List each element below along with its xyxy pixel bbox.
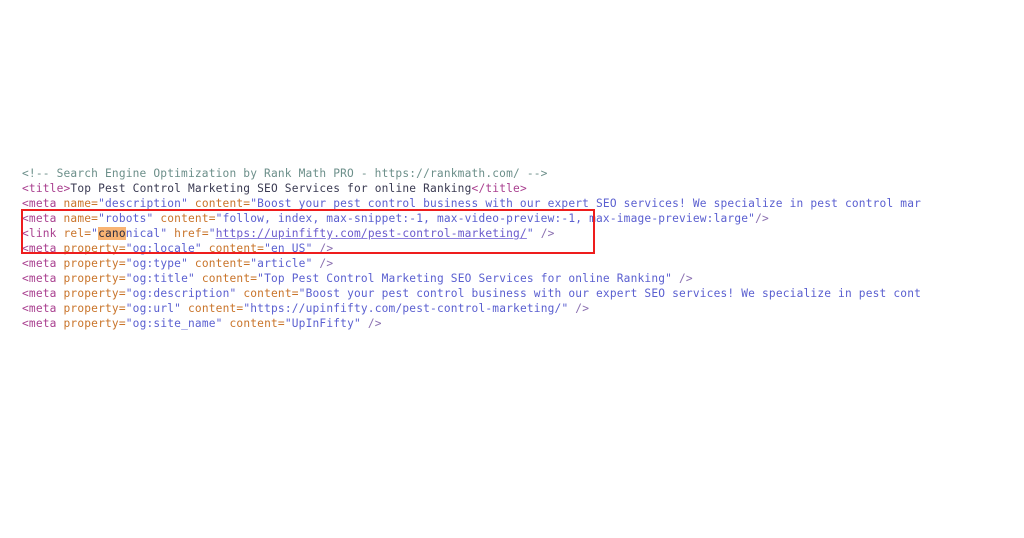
code-token-val: nical" (125, 227, 168, 240)
code-token-val: "UpInFifty" (284, 317, 361, 330)
line-meta-og-type: <meta property="og:type" content="articl… (22, 256, 944, 271)
code-token-comment: <!-- Search Engine Optimization by Rank … (22, 167, 548, 180)
code-token-punc: /> (755, 212, 769, 225)
code-token-attr: rel= (63, 227, 92, 240)
code-token-attr: property= (63, 287, 126, 300)
code-token-punc: /> (312, 242, 334, 255)
code-token-val: "Boost your pest control business with o… (250, 197, 922, 210)
search-match-highlight: cano (98, 227, 126, 240)
code-token-attr: content= (236, 287, 299, 300)
code-token-attr: content= (201, 242, 265, 255)
code-token-val: "og:description" (125, 287, 237, 300)
code-token-attr: content= (188, 257, 251, 270)
code-token-val: "Top Pest Control Marketing SEO Services… (257, 272, 673, 285)
code-token-val: "og:site_name" (125, 317, 223, 330)
code-token-punc: /> (533, 227, 555, 240)
line-meta-description: <meta name="description" content="Boost … (22, 196, 944, 211)
code-token-tag: <meta (22, 272, 64, 285)
line-title: <title>Top Pest Control Marketing SEO Se… (22, 181, 944, 196)
code-token-val: "description" (98, 197, 188, 210)
code-token-attr: name= (63, 197, 99, 210)
code-token-attr: property= (63, 242, 126, 255)
code-token-val: "og:url" (125, 302, 182, 315)
code-token-punc: /> (568, 302, 590, 315)
code-token-tag: <meta (22, 197, 64, 210)
code-token-val: "en US" (264, 242, 313, 255)
code-token-val: "og:type" (125, 257, 188, 270)
code-token-tag: <meta (22, 317, 64, 330)
code-token-attr: property= (63, 302, 126, 315)
code-token-attr: content= (181, 302, 244, 315)
code-token-val: "robots" (98, 212, 154, 225)
line-meta-robots: <meta name="robots" content="follow, ind… (22, 211, 944, 226)
code-token-tag: <title> (22, 182, 71, 195)
page-source-code-view[interactable]: <!-- Search Engine Optimization by Rank … (22, 166, 944, 336)
line-meta-og-description: <meta property="og:description" content=… (22, 286, 944, 301)
code-token-attr: property= (63, 317, 126, 330)
code-token-attr: property= (63, 257, 126, 270)
code-token-text: Top Pest Control Marketing SEO Services … (70, 182, 472, 195)
code-token-val: "og:title" (125, 272, 195, 285)
canonical-url-link[interactable]: https://upinfifty.com/pest-control-marke… (216, 227, 527, 240)
code-token-tag: <meta (22, 257, 64, 270)
code-token-val: " (208, 227, 216, 240)
code-token-punc: /> (360, 317, 382, 330)
code-token-val: "article" (250, 257, 313, 270)
code-token-tag: <meta (22, 287, 64, 300)
code-token-punc: /> (312, 257, 334, 270)
line-meta-og-site-name: <meta property="og:site_name" content="U… (22, 316, 944, 331)
code-token-val: "Boost your pest control business with o… (298, 287, 922, 300)
code-token-punc: /> (672, 272, 693, 285)
code-token-attr: content= (187, 197, 251, 210)
code-token-tag: <meta (22, 242, 64, 255)
page-root: <!-- Search Engine Optimization by Rank … (0, 0, 1024, 538)
code-token-tag: <meta (22, 302, 64, 315)
code-token-attr: content= (153, 212, 216, 225)
line-link-canonical: <link rel="canonical" href="https://upin… (22, 226, 944, 241)
line-meta-og-url: <meta property="og:url" content="https:/… (22, 301, 944, 316)
code-token-attr: content= (194, 272, 258, 285)
code-token-val: "og:locale" (125, 242, 202, 255)
code-token-val: "https://upinfifty.com/pest-control-mark… (243, 302, 569, 315)
code-token-val: "follow, index, max-snippet:-1, max-vide… (215, 212, 756, 225)
line-meta-og-title: <meta property="og:title" content="Top P… (22, 271, 944, 286)
code-token-attr: href= (167, 227, 209, 240)
line-meta-og-locale: <meta property="og:locale" content="en U… (22, 241, 944, 256)
code-token-tag: <link (22, 227, 64, 240)
code-token-attr: name= (63, 212, 99, 225)
code-token-tag: <meta (22, 212, 64, 225)
code-token-attr: content= (222, 317, 285, 330)
code-token-val: " (526, 227, 534, 240)
code-token-tag: </title> (471, 182, 527, 195)
code-token-attr: property= (63, 272, 126, 285)
line-rankmath-comment: <!-- Search Engine Optimization by Rank … (22, 166, 944, 181)
